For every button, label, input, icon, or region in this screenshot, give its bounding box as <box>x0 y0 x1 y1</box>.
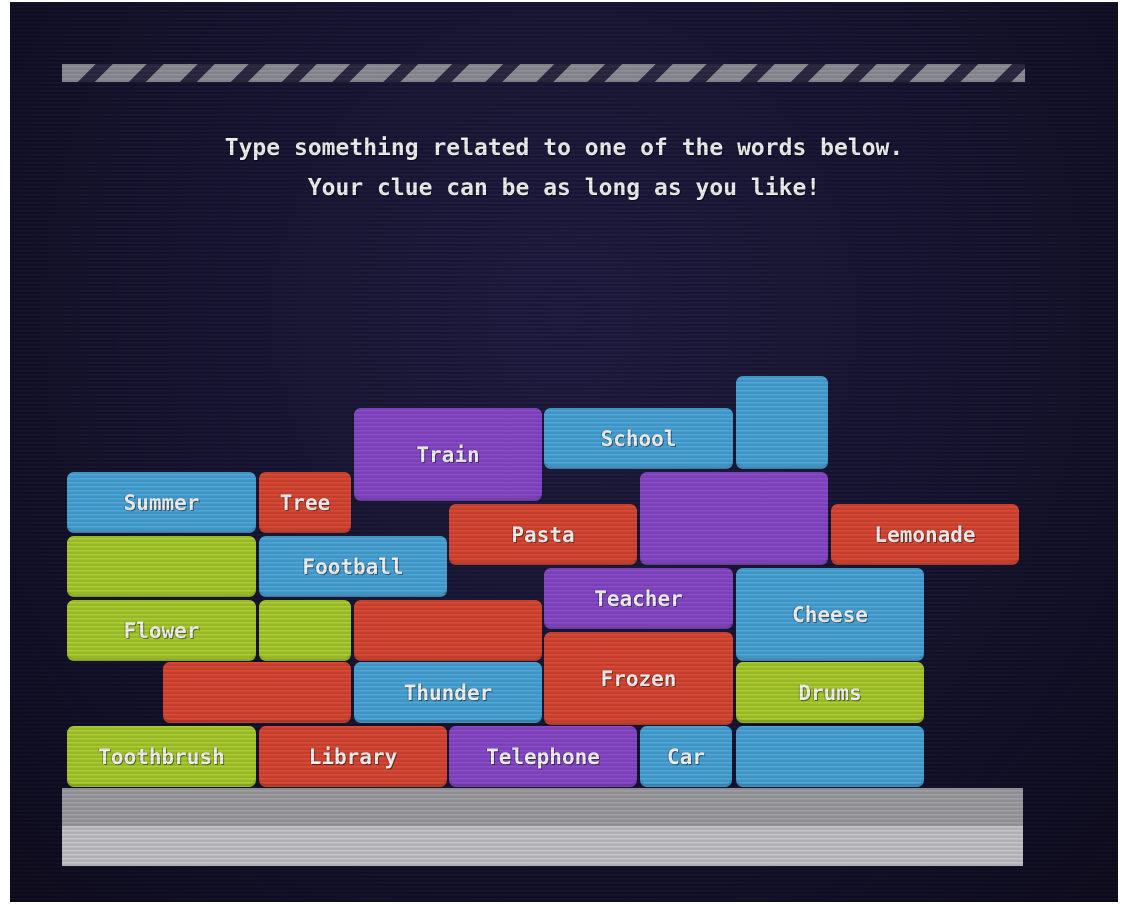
word-block-train: Train <box>354 408 542 501</box>
word-block-blank-green-11 <box>259 600 351 661</box>
word-block-blank-blue-4 <box>736 376 828 469</box>
word-block-label: Summer <box>123 490 200 515</box>
word-block-blank-green-8 <box>67 536 256 597</box>
game-screen: Type something related to one of the wor… <box>10 2 1118 902</box>
word-block-blank-purple-5 <box>640 472 828 565</box>
word-block-label: Teacher <box>594 586 683 611</box>
word-block-label: Car <box>667 744 705 769</box>
word-block-telephone: Telephone <box>449 726 637 787</box>
word-block-label: Football <box>302 554 404 579</box>
word-block-library: Library <box>259 726 447 787</box>
word-block-label: Tree <box>279 490 331 515</box>
word-block-flower: Flower <box>67 600 256 661</box>
word-block-blank-blue-23 <box>736 726 924 787</box>
word-block-label: Frozen <box>600 666 677 691</box>
word-block-stack: Summer Tree Train School Pasta Lemonade Footba… <box>10 2 1118 902</box>
word-block-football: Football <box>259 536 447 597</box>
word-block-car: Car <box>640 726 732 787</box>
word-block-label: Pasta <box>511 522 575 547</box>
word-block-label: Toothbrush <box>98 744 225 769</box>
word-block-label: Drums <box>798 680 862 705</box>
word-block-teacher: Teacher <box>544 568 733 629</box>
floor-bottom <box>62 826 1023 866</box>
word-block-label: Flower <box>123 618 200 643</box>
word-block-toothbrush: Toothbrush <box>67 726 256 787</box>
word-block-label: Lemonade <box>874 522 976 547</box>
word-block-label: Telephone <box>486 744 600 769</box>
word-block-label: Cheese <box>792 602 868 627</box>
word-block-blank-red-12 <box>354 600 542 661</box>
word-block-lemonade: Lemonade <box>831 504 1019 565</box>
word-block-label: School <box>600 426 677 451</box>
word-block-tree: Tree <box>259 472 351 533</box>
word-block-label: Thunder <box>403 680 493 705</box>
word-block-cheese: Cheese <box>736 568 924 661</box>
word-block-summer: Summer <box>67 472 256 533</box>
word-block-label: Train <box>416 442 480 467</box>
word-block-thunder: Thunder <box>354 662 542 723</box>
word-block-frozen: Frozen <box>544 632 733 725</box>
word-block-blank-red-15 <box>163 662 351 723</box>
word-block-drums: Drums <box>736 662 924 723</box>
word-block-pasta: Pasta <box>449 504 637 565</box>
word-block-label: Library <box>308 744 398 769</box>
floor-top <box>62 788 1023 826</box>
word-block-school: School <box>544 408 733 469</box>
